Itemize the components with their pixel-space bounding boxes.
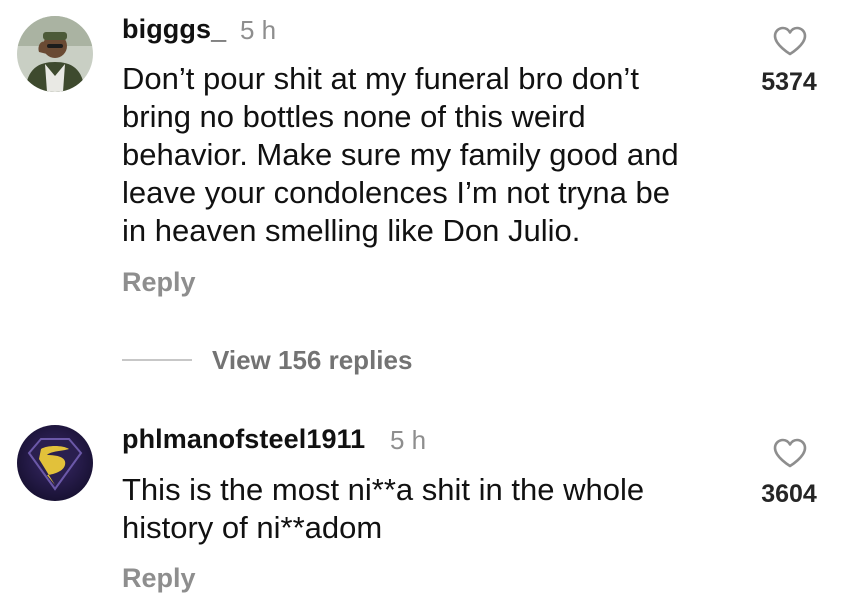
reply-button[interactable]: Reply	[122, 563, 196, 594]
like-button[interactable]	[773, 438, 807, 468]
view-replies-divider	[122, 359, 192, 361]
comment-text: This is the most ni**a shit in the whole…	[122, 472, 645, 545]
username[interactable]: phlmanofsteel1911	[122, 424, 365, 455]
superman-logo-avatar-icon	[17, 425, 93, 501]
like-count: 5374	[761, 68, 817, 96]
avatar[interactable]	[17, 425, 93, 501]
reply-button[interactable]: Reply	[122, 267, 196, 298]
user-avatar-photo-icon	[17, 16, 93, 92]
view-replies-button[interactable]: View 156 replies	[212, 345, 412, 376]
like-button[interactable]	[773, 26, 807, 56]
timestamp: 5 h	[390, 425, 427, 455]
heart-icon	[773, 438, 807, 468]
timestamp: 5 h	[240, 15, 277, 45]
like-count: 3604	[761, 480, 817, 508]
heart-icon	[773, 26, 807, 56]
avatar[interactable]	[17, 16, 93, 92]
username[interactable]: bigggs_	[122, 14, 226, 45]
comment-text: Don’t pour shit at my funeral bro don’t …	[122, 61, 679, 248]
